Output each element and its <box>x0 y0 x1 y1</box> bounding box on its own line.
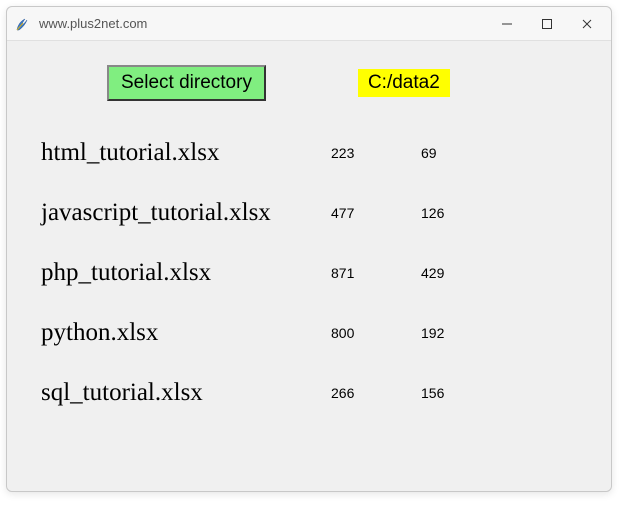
window-title: www.plus2net.com <box>39 16 499 31</box>
file-col1: 477 <box>331 205 421 221</box>
file-col1: 800 <box>331 325 421 341</box>
file-col1: 266 <box>331 385 421 401</box>
selected-path-label: C:/data2 <box>358 69 450 97</box>
content-area: Select directory C:/data2 html_tutorial.… <box>7 41 611 491</box>
app-window: www.plus2net.com Select directory C:/dat… <box>6 6 612 492</box>
file-name: php_tutorial.xlsx <box>41 259 331 287</box>
minimize-icon[interactable] <box>499 16 515 32</box>
file-name: html_tutorial.xlsx <box>41 139 331 167</box>
file-name: python.xlsx <box>41 319 331 347</box>
file-name: javascript_tutorial.xlsx <box>41 199 331 227</box>
file-list: html_tutorial.xlsx 223 69 javascript_tut… <box>35 139 583 407</box>
close-icon[interactable] <box>579 16 595 32</box>
window-controls <box>499 16 603 32</box>
file-col1: 871 <box>331 265 421 281</box>
file-col2: 156 <box>421 385 501 401</box>
file-col2: 429 <box>421 265 501 281</box>
file-col2: 126 <box>421 205 501 221</box>
file-col1: 223 <box>331 145 421 161</box>
top-row: Select directory C:/data2 <box>35 65 583 101</box>
titlebar: www.plus2net.com <box>7 7 611 41</box>
feather-icon <box>15 16 31 32</box>
select-directory-button[interactable]: Select directory <box>107 65 266 101</box>
maximize-icon[interactable] <box>539 16 555 32</box>
file-col2: 192 <box>421 325 501 341</box>
file-name: sql_tutorial.xlsx <box>41 379 331 407</box>
file-col2: 69 <box>421 145 501 161</box>
